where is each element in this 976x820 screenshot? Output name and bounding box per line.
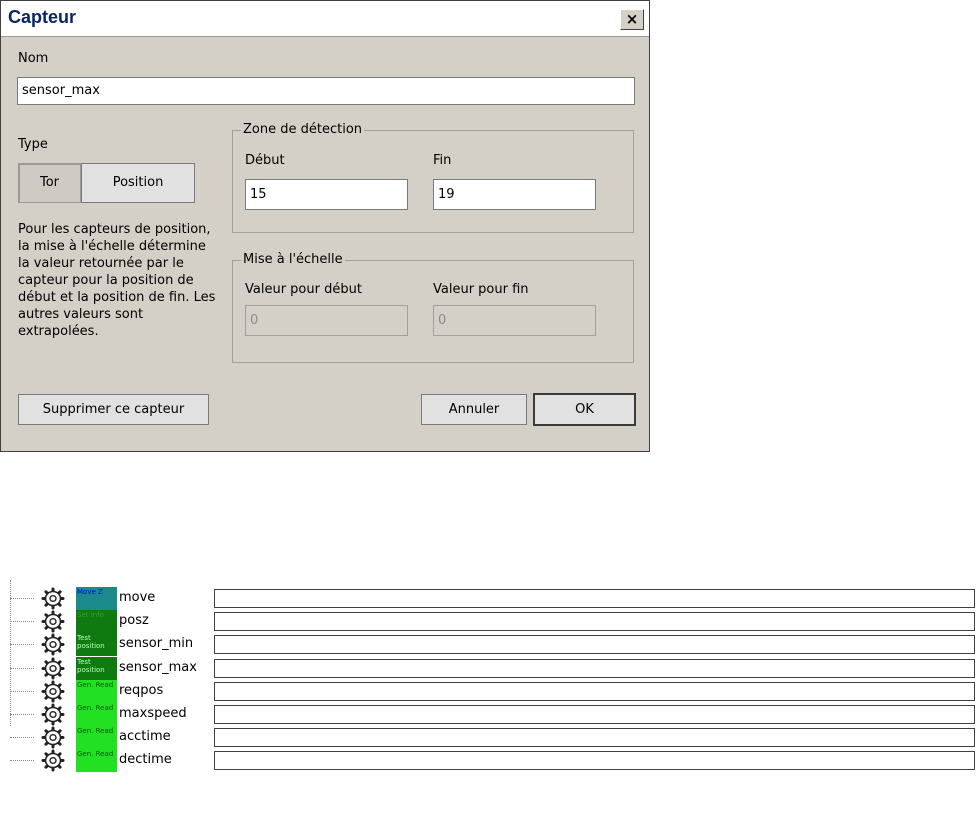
tree-item-value-field[interactable] <box>214 751 975 771</box>
tree-row[interactable]: Gen. Read dectime <box>0 749 976 773</box>
tree-item-value-field[interactable] <box>214 705 975 724</box>
block-type-tag: Test position <box>76 656 117 680</box>
close-button[interactable]: × <box>620 9 644 30</box>
detection-zone-legend: Zone de détection <box>241 122 365 137</box>
scaling-start-label: Valeur pour début <box>245 282 362 297</box>
tree-connector <box>10 621 34 623</box>
tree-row[interactable]: Move Zmove <box>0 587 976 610</box>
ok-button[interactable]: OK <box>533 393 636 426</box>
type-description: Pour les capteurs de position, la mise à… <box>18 222 216 339</box>
sensor-dialog: Capteur × Nom sensor_max Type Tor Positi… <box>0 0 650 452</box>
tree-item-label: posz <box>119 613 149 629</box>
sequence-tree: Move Zmove Set Info posz Test position senso… <box>0 570 976 820</box>
cancel-button[interactable]: Annuler <box>421 394 527 425</box>
gear-icon <box>41 680 65 703</box>
block-type-tag: Gen. Read <box>76 726 117 750</box>
name-label: Nom <box>18 51 49 66</box>
title-bar: Capteur × <box>1 1 649 37</box>
tree-item-value-field[interactable] <box>214 728 975 748</box>
tree-item-label: sensor_max <box>119 659 197 675</box>
tree-connector <box>10 690 34 692</box>
tree-item-value-field[interactable] <box>214 635 975 655</box>
delete-sensor-button[interactable]: Supprimer ce capteur <box>18 394 209 425</box>
tree-connector <box>10 737 34 739</box>
tree-item-label: maxspeed <box>119 706 187 721</box>
gear-icon <box>41 703 65 726</box>
tree-row[interactable]: Test position sensor_max <box>0 656 976 680</box>
type-tor-button[interactable]: Tor <box>18 163 81 203</box>
tree-item-label: sensor_min <box>119 636 194 652</box>
type-position-button[interactable]: Position <box>81 163 195 203</box>
tree-item-label: move <box>119 590 156 605</box>
tree-item-value-field[interactable] <box>214 681 975 701</box>
gear-icon <box>41 749 65 772</box>
tree-row[interactable]: Gen. Read reqpos <box>0 679 976 703</box>
tree-connector <box>10 667 34 669</box>
tree-item-value-field[interactable] <box>214 589 975 608</box>
tree-row[interactable]: Gen. Read acctime <box>0 726 976 750</box>
block-type-tag: Set Info <box>76 610 117 634</box>
gear-icon <box>41 610 65 633</box>
tree-item-value-field[interactable] <box>214 658 975 678</box>
scaling-end-field[interactable]: 0 <box>433 305 596 336</box>
detection-end-field[interactable]: 19 <box>433 179 596 210</box>
gear-icon <box>41 726 65 749</box>
tree-row[interactable]: Gen. Read maxspeed <box>0 703 976 726</box>
scaling-legend: Mise à l'échelle <box>241 252 345 267</box>
detection-end-label: Fin <box>433 153 452 168</box>
scaling-start-field[interactable]: 0 <box>245 305 408 336</box>
gear-icon <box>41 657 65 680</box>
name-field[interactable]: sensor_max <box>17 77 635 105</box>
block-type-tag: Move Z <box>76 587 117 610</box>
tree-connector <box>10 760 34 762</box>
type-label: Type <box>18 137 48 152</box>
tree-item-label: acctime <box>119 729 171 745</box>
tree-item-label: reqpos <box>119 682 164 698</box>
tree-connector <box>10 644 34 646</box>
block-type-tag: Gen. Read <box>76 703 117 726</box>
detection-start-label: Début <box>245 153 285 168</box>
tree-row[interactable]: Test position sensor_min <box>0 633 976 657</box>
tree-connector <box>10 598 34 599</box>
block-type-tag: Test position <box>76 633 117 657</box>
block-type-tag: Gen. Read <box>76 749 117 773</box>
scaling-end-label: Valeur pour fin <box>433 282 529 297</box>
tree-item-label: dectime <box>119 752 172 768</box>
gear-icon <box>41 587 65 610</box>
tree-connector <box>10 714 34 715</box>
dialog-title: Capteur <box>8 7 77 27</box>
tree-item-value-field[interactable] <box>214 612 975 632</box>
block-type-tag: Gen. Read <box>76 679 117 703</box>
tree-row[interactable]: Set Info posz <box>0 610 976 634</box>
detection-start-field[interactable]: 15 <box>245 179 408 210</box>
gear-icon <box>41 633 65 656</box>
